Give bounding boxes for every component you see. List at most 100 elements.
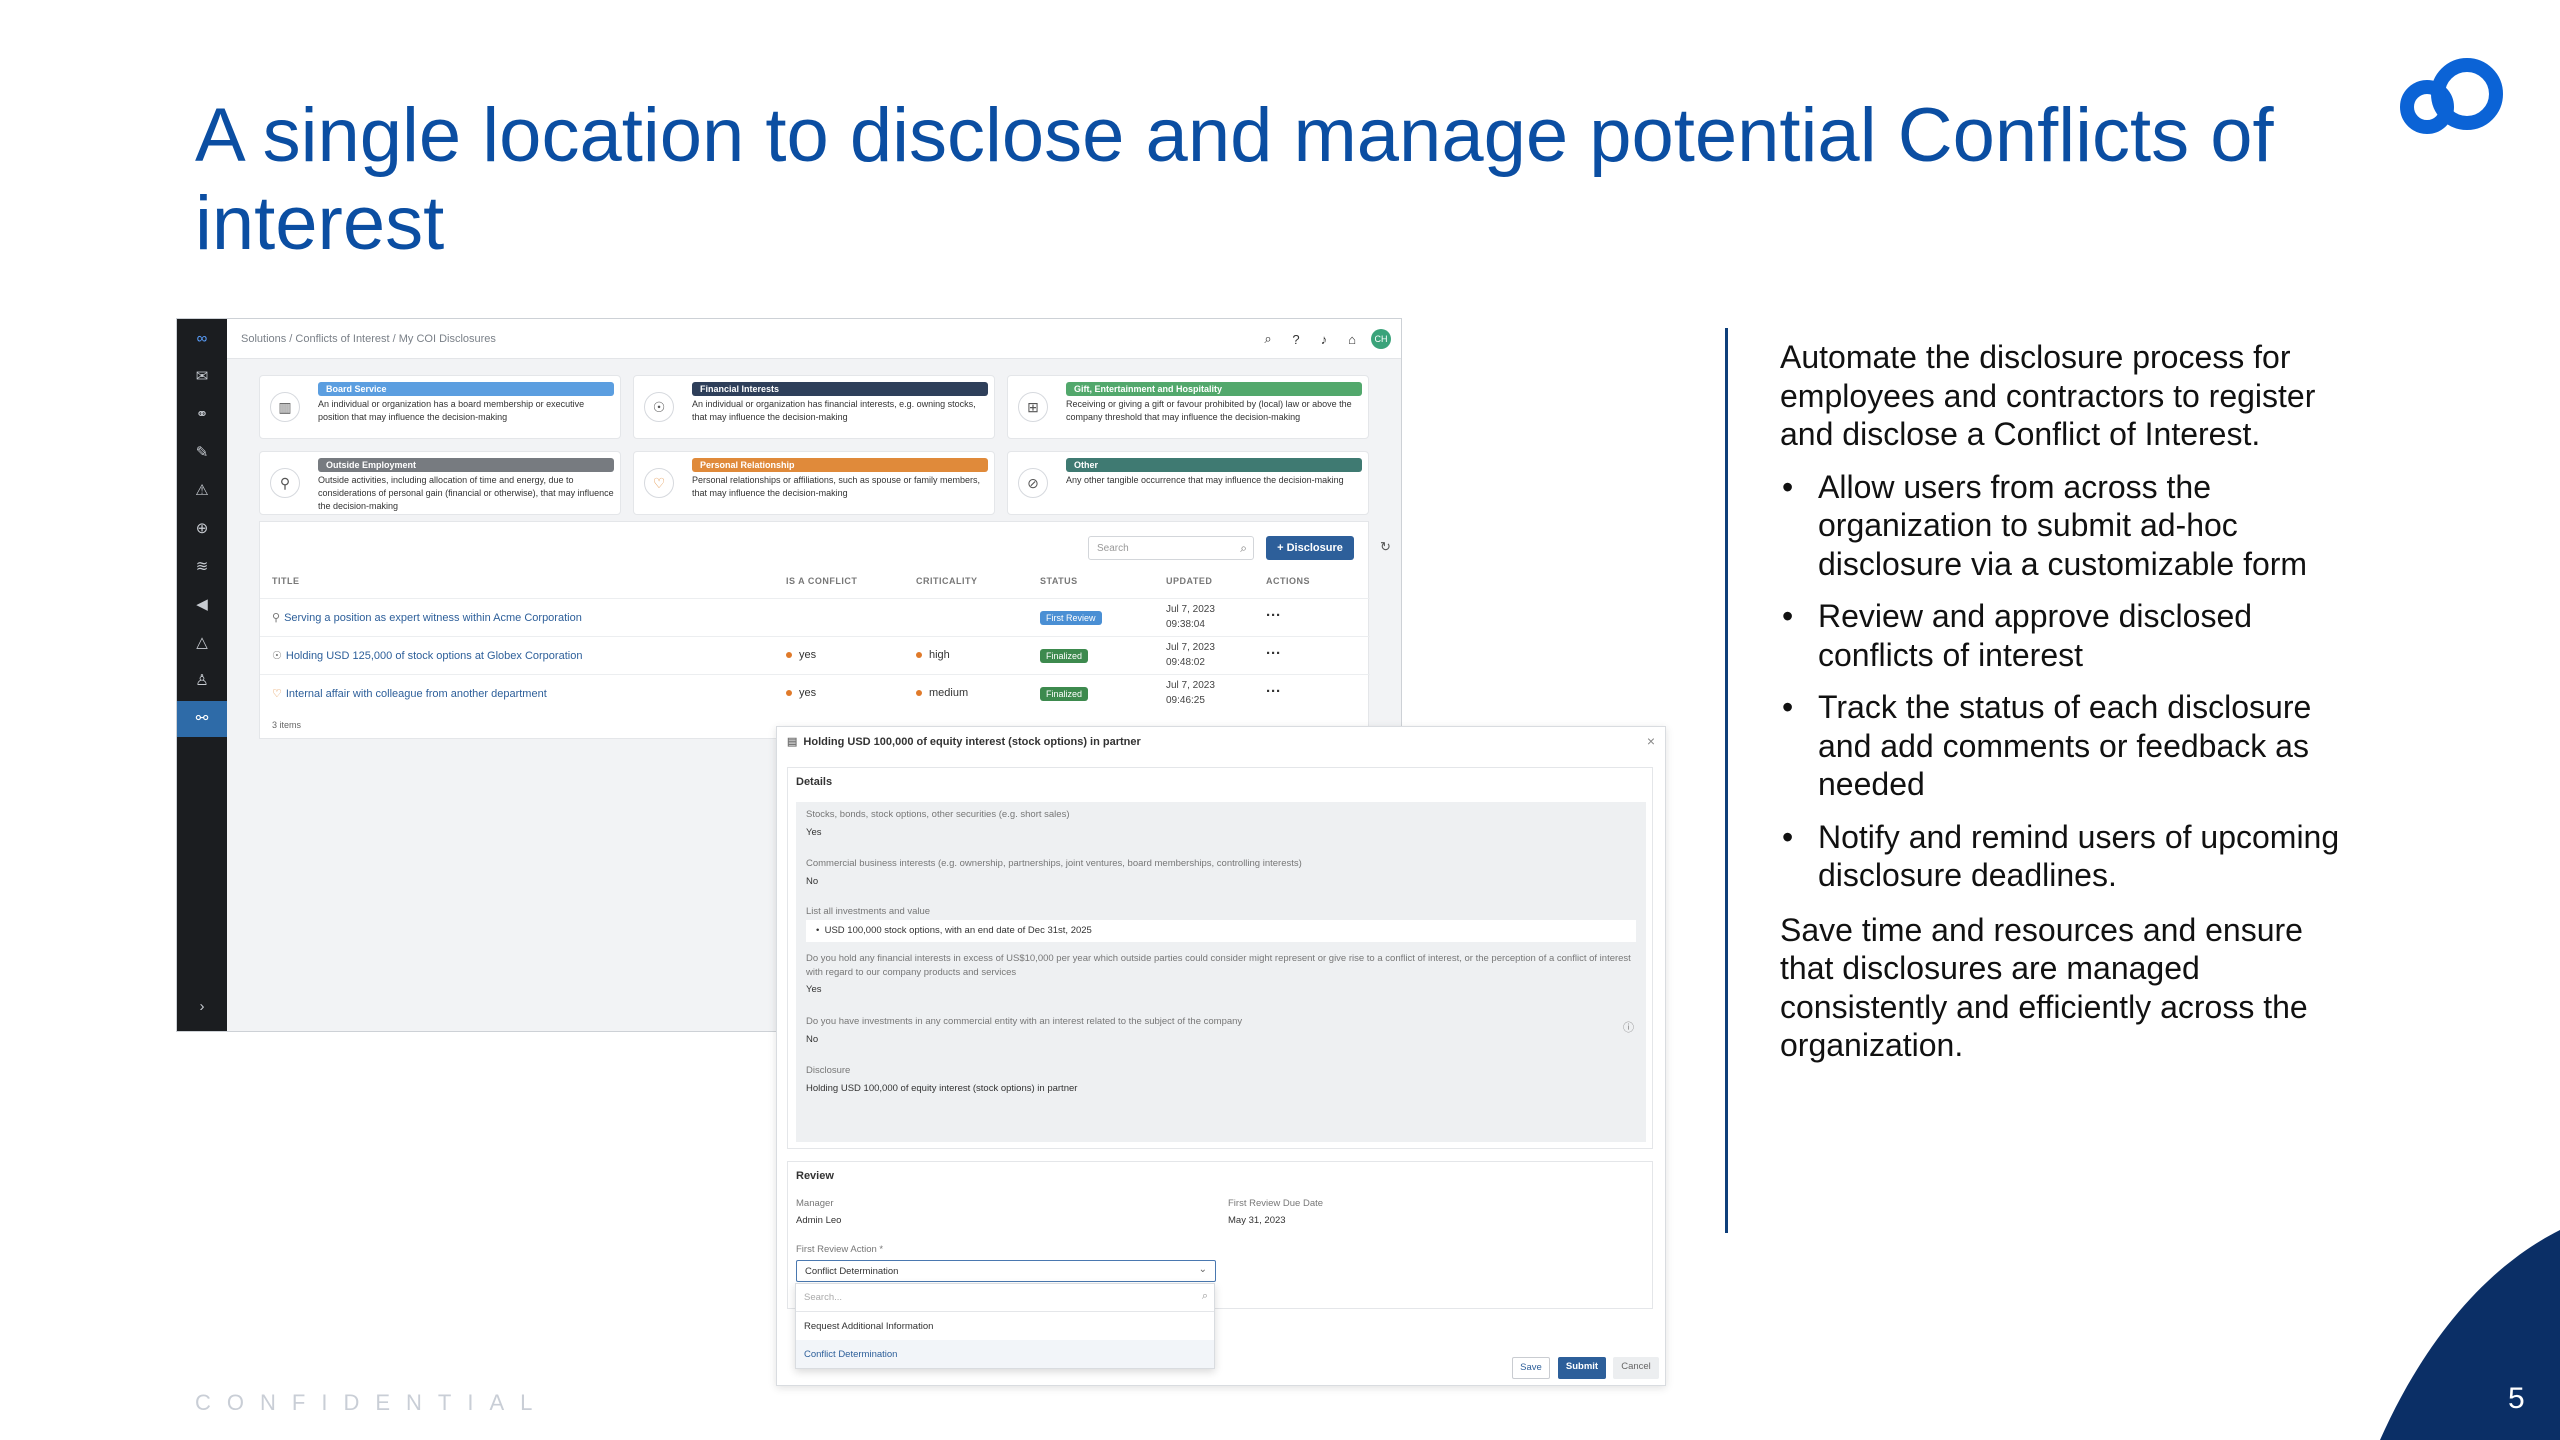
search-input[interactable]: Search ⌕ [1088,536,1254,560]
dot-icon [916,690,922,697]
updated-time: 09:46:25 [1166,695,1205,706]
person-icon[interactable]: ♙ [177,663,227,699]
due-date-label: First Review Due Date [1228,1198,1324,1209]
info-icon[interactable]: ⓘ [1623,1019,1634,1035]
feature-description: Automate the disclosure process for empl… [1780,338,2340,1079]
question-label: List all investments and value [806,906,931,917]
row-title-text: Serving a position as expert witness wit… [284,612,582,624]
chevron-right-icon[interactable]: › [177,989,227,1025]
globe-icon[interactable]: ⊕ [177,511,227,547]
status-badge: Finalized [1040,687,1089,701]
search-icon[interactable]: ⌕ [1259,331,1277,347]
category-desc: Any other tangible occurrence that may i… [1066,475,1344,485]
answer-value: Yes [806,827,822,838]
building-icon: ▥ [270,392,300,422]
more-actions-icon[interactable]: ··· [1266,607,1281,624]
other-icon: ⊘ [1018,468,1048,498]
more-actions-icon[interactable]: ··· [1266,645,1281,662]
stack-icon[interactable]: ≋ [177,549,227,585]
bell-icon[interactable]: ♪ [1315,332,1333,347]
category-desc: An individual or organization has financ… [692,399,976,422]
category-tag: Other [1066,458,1362,472]
category-tag: Outside Employment [318,458,614,472]
table-row[interactable]: ⚲ Serving a position as expert witness wi… [260,598,1370,636]
table-row[interactable]: ♡ Internal affair with colleague from ano… [260,674,1370,712]
updated-time: 09:38:04 [1166,619,1205,630]
home-icon[interactable]: ⌂ [1343,332,1361,347]
details-body: Stocks, bonds, stock options, other secu… [796,802,1646,1142]
row-title[interactable]: ♡ Internal affair with colleague from ano… [272,687,547,700]
disclosure-detail-modal: ▤ Holding USD 100,000 of equity interest … [776,726,1666,1386]
column-header-updated[interactable]: UPDATED [1166,576,1212,586]
conflict-value: yes [799,687,817,699]
column-header-status[interactable]: STATUS [1040,576,1078,586]
updated-time: 09:48:02 [1166,657,1205,668]
category-card[interactable]: ♡ Personal Relationship Personal relatio… [633,451,995,515]
category-tag: Board Service [318,382,614,396]
answer-value: No [806,876,819,887]
close-icon[interactable]: × [1647,733,1655,749]
dot-icon [786,690,792,697]
column-header-criticality[interactable]: CRITICALITY [916,576,978,586]
warning-icon[interactable]: ⚠ [177,473,227,509]
dot-icon [786,652,792,659]
category-card[interactable]: ⚲ Outside Employment Outside activities,… [259,451,621,515]
table-row[interactable]: ☉ Holding USD 125,000 of stock options at… [260,636,1370,674]
mail-icon[interactable]: ✉ [177,359,227,395]
search-icon: ⌕ [1240,541,1247,555]
conflict-value: yes [799,649,817,661]
review-action-label: First Review Action * [796,1244,884,1255]
topbar-icons: ⌕ ? ♪ ⌂ CH [1259,329,1391,349]
category-tag: Personal Relationship [692,458,988,472]
dropdown-option[interactable]: Conflict Determination [796,1340,1214,1368]
category-card[interactable]: ▥ Board Service An individual or organiz… [259,375,621,439]
category-card[interactable]: ⊘ Other Any other tangible occurrence th… [1007,451,1369,515]
confidential-footer: CONFIDENTIAL [195,1390,549,1415]
column-header-actions[interactable]: ACTIONS [1266,576,1310,586]
feature-item: Allow users from across the organization… [1780,468,2340,584]
status-badge: Finalized [1040,649,1089,663]
cancel-button[interactable]: Cancel [1613,1357,1659,1379]
dropdown-option[interactable]: Request Additional Information [796,1312,1214,1340]
question-label: Commercial business interests (e.g. owne… [806,858,1302,869]
save-button[interactable]: Save [1512,1357,1550,1379]
alert-icon[interactable]: △ [177,625,227,661]
submit-button[interactable]: Submit [1558,1357,1606,1379]
app-sidebar: ∞ ✉ ⚭ ✎ ⚠ ⊕ ≋ ◀ △ ♙ ⚯ › [177,319,227,1031]
column-header-conflict[interactable]: IS A CONFLICT [786,576,857,586]
avatar[interactable]: CH [1371,329,1391,349]
link-icon[interactable]: ⚭ [177,397,227,433]
heart-icon: ♡ [644,468,674,498]
megaphone-icon[interactable]: ◀ [177,587,227,623]
criticality-value: medium [929,687,969,699]
add-disclosure-button[interactable]: + Disclosure [1266,536,1354,560]
row-title[interactable]: ☉ Holding USD 125,000 of stock options at… [272,649,582,662]
refresh-icon[interactable]: ↻ [1380,539,1391,555]
row-title[interactable]: ⚲ Serving a position as expert witness wi… [272,611,582,624]
help-icon[interactable]: ? [1287,332,1305,347]
category-card[interactable]: ⊞ Gift, Entertainment and Hospitality Re… [1007,375,1369,439]
more-actions-icon[interactable]: ··· [1266,683,1281,700]
answer-value: No [806,1034,819,1045]
category-desc: Personal relationships or affiliations, … [692,475,980,498]
updated-date: Jul 7, 2023 [1166,604,1215,615]
category-card[interactable]: ☉ Financial Interests An individual or o… [633,375,995,439]
category-tag: Financial Interests [692,382,988,396]
medal-icon: ☉ [272,650,282,662]
handshake-icon[interactable]: ⚯ [177,701,227,737]
updated-cell: Jul 7, 2023 09:46:25 [1166,678,1215,708]
employment-icon: ⚲ [270,468,300,498]
category-desc: Outside activities, including allocation… [318,475,614,511]
question-label: Disclosure [806,1065,851,1076]
conflict-cell: yes [786,649,816,661]
review-action-select[interactable]: Conflict Determination ⌄ [796,1260,1216,1282]
pen-icon[interactable]: ✎ [177,435,227,471]
column-header-title[interactable]: TITLE [272,576,300,586]
review-heading: Review [796,1170,834,1182]
app-topbar: Solutions / Conflicts of Interest / My C… [227,319,1401,359]
answer-value: Yes [806,984,822,995]
updated-date: Jul 7, 2023 [1166,680,1215,691]
dropdown-search-input[interactable]: Search... ⌕ [796,1284,1214,1312]
logo-icon[interactable]: ∞ [177,321,227,357]
closing-paragraph: Save time and resources and ensure that … [1780,911,2308,1064]
